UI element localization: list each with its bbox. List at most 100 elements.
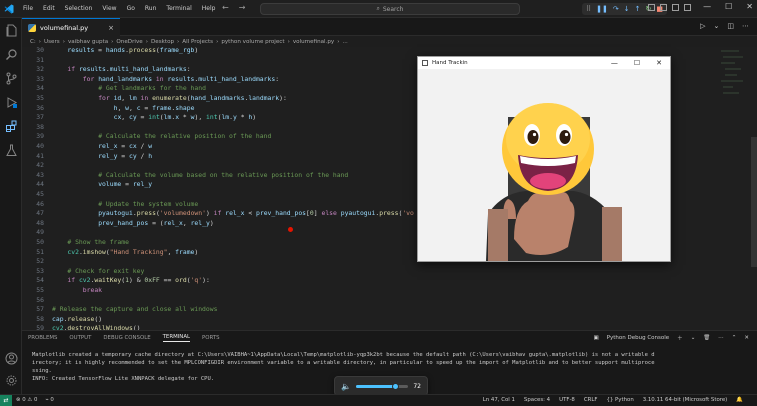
- language-mode[interactable]: {} Python: [606, 397, 633, 403]
- tab-ports[interactable]: PORTS: [202, 335, 220, 341]
- maximize-icon[interactable]: ☐: [725, 2, 732, 11]
- maximize-icon[interactable]: ☐: [634, 59, 640, 67]
- editor-scrollbar[interactable]: [751, 137, 757, 267]
- split-editor-icon[interactable]: ◫: [727, 22, 734, 30]
- breadcrumb-item[interactable]: Users: [44, 39, 60, 45]
- menu-item-run[interactable]: Run: [140, 5, 162, 12]
- end-of-line[interactable]: CRLF: [584, 397, 598, 403]
- minimize-icon[interactable]: —: [703, 2, 711, 11]
- step-into-icon[interactable]: ↓: [624, 5, 630, 13]
- code-text: break: [83, 286, 102, 296]
- ports-indicator[interactable]: ⌁ 0: [45, 397, 53, 403]
- tab-output[interactable]: OUTPUT: [69, 335, 91, 341]
- hand-window-titlebar[interactable]: Hand Trackin — ☐ ✕: [418, 57, 670, 69]
- run-debug-icon[interactable]: [4, 96, 18, 110]
- breadcrumb-item[interactable]: C:: [30, 39, 36, 45]
- toggle-secondary-sidebar-icon[interactable]: [672, 4, 679, 11]
- more-actions-icon[interactable]: ⋯: [742, 22, 749, 30]
- minimap[interactable]: [719, 47, 745, 107]
- breadcrumb-item[interactable]: volumefinal.py: [293, 39, 334, 45]
- breadcrumb-item[interactable]: Desktop: [151, 39, 174, 45]
- python-interpreter[interactable]: 3.10.11 64-bit (Microsoft Store): [643, 397, 728, 403]
- menu-item-view[interactable]: View: [97, 5, 121, 12]
- breadcrumb-item[interactable]: python volume project: [221, 39, 284, 45]
- more-actions-icon[interactable]: ⋯: [718, 335, 724, 341]
- breakpoint-dot: [288, 227, 293, 232]
- drag-handle-icon[interactable]: ⠿: [586, 5, 591, 13]
- testing-flask-icon[interactable]: [4, 144, 18, 158]
- customize-layout-icon[interactable]: [684, 4, 691, 11]
- code-token: int: [206, 113, 218, 122]
- step-over-icon[interactable]: ↷: [613, 5, 619, 13]
- code-text: # Release the capture and close all wind…: [52, 305, 217, 315]
- speaker-icon[interactable]: 🔈: [341, 382, 351, 391]
- new-terminal-icon[interactable]: ＋: [677, 334, 683, 342]
- menu-item-help[interactable]: Help: [197, 5, 221, 12]
- notifications-bell-icon[interactable]: 🔔: [736, 397, 743, 403]
- line-number: 55: [36, 286, 44, 294]
- kill-terminal-icon[interactable]: 🗑: [703, 335, 710, 341]
- menu-item-selection[interactable]: Selection: [60, 5, 98, 12]
- volume-flyout[interactable]: 🔈 72: [334, 376, 428, 396]
- problems-indicator[interactable]: ⊗ 0 ⚠ 0: [16, 397, 37, 403]
- tab-close-icon[interactable]: ×: [108, 24, 114, 32]
- settings-gear-icon[interactable]: [4, 374, 18, 388]
- tab-debug-console[interactable]: DEBUG CONSOLE: [103, 335, 150, 341]
- command-search-box[interactable]: ⌕ Search: [260, 3, 520, 15]
- remote-indicator-icon[interactable]: ⇄: [0, 395, 12, 406]
- code-text: if results.multi_hand_landmarks:: [67, 65, 190, 75]
- search-icon[interactable]: [4, 48, 18, 62]
- code-text: # Check for exit key: [67, 267, 144, 277]
- tab-terminal[interactable]: TERMINAL: [162, 334, 191, 342]
- cursor-position[interactable]: Ln 47, Col 1: [483, 397, 515, 403]
- source-control-icon[interactable]: [4, 72, 18, 86]
- breadcrumb-item[interactable]: All Projects: [182, 39, 213, 45]
- back-arrow-icon[interactable]: ←: [222, 3, 229, 12]
- step-out-icon[interactable]: ↑: [635, 5, 641, 13]
- code-token: # Calculate the relative position of the…: [98, 132, 272, 141]
- toggle-sidebar-icon[interactable]: [648, 4, 655, 11]
- breadcrumb-item[interactable]: OneDrive: [116, 39, 142, 45]
- code-token: # Get landmarks for the hand: [98, 84, 206, 93]
- close-icon[interactable]: ✕: [746, 2, 753, 11]
- code-token: frame: [152, 103, 172, 112]
- menu-item-go[interactable]: Go: [122, 5, 140, 12]
- forward-arrow-icon[interactable]: →: [239, 3, 246, 12]
- breadcrumb-item[interactable]: vaibhav gupta: [68, 39, 108, 45]
- code-token: pyautogui: [98, 209, 133, 218]
- code-text: # Calculate the relative position of the…: [98, 132, 271, 142]
- menu-item-file[interactable]: File: [18, 5, 38, 12]
- tab-volumefinal-py[interactable]: volumefinal.py ×: [22, 18, 120, 36]
- breadcrumb: C: › Users › vaibhav gupta › OneDrive › Desktop ›…: [22, 36, 757, 47]
- menu-item-edit[interactable]: Edit: [38, 5, 60, 12]
- pause-icon[interactable]: ❚❚: [596, 5, 608, 13]
- hand-tracking-window[interactable]: Hand Trackin — ☐ ✕: [417, 56, 671, 262]
- code-token: press: [136, 209, 156, 218]
- indentation[interactable]: Spaces: 4: [524, 397, 550, 403]
- volume-slider[interactable]: [355, 382, 409, 390]
- terminal-profile-label[interactable]: Python Debug Console: [607, 335, 669, 341]
- account-icon[interactable]: [4, 352, 18, 366]
- terminal-dropdown-icon[interactable]: ⌄: [691, 335, 696, 341]
- breadcrumb-item[interactable]: ...: [343, 39, 348, 45]
- toggle-panel-icon[interactable]: [660, 4, 667, 11]
- run-dropdown-icon[interactable]: ⌄: [714, 22, 720, 30]
- warning-count: 0: [33, 397, 38, 403]
- code-token: prev_hand_pos: [98, 218, 149, 227]
- code-token: results: [67, 47, 95, 54]
- error-icon: ⊗: [16, 397, 21, 403]
- code-token: hand_landmarks: [98, 74, 153, 83]
- run-file-icon[interactable]: ▷: [700, 22, 705, 30]
- close-icon[interactable]: ✕: [656, 59, 662, 67]
- line-number: 57: [36, 305, 44, 314]
- close-panel-icon[interactable]: ✕: [744, 335, 749, 341]
- menu-item-terminal[interactable]: Terminal: [161, 5, 196, 12]
- tab-problems[interactable]: PROBLEMS: [28, 335, 57, 341]
- minimize-icon[interactable]: —: [611, 59, 618, 67]
- explorer-icon[interactable]: [4, 24, 18, 38]
- volume-slider-thumb[interactable]: [392, 382, 400, 390]
- encoding[interactable]: UTF-8: [559, 397, 575, 403]
- vscode-logo-icon: [0, 0, 18, 18]
- maximize-panel-icon[interactable]: ⌃: [732, 335, 737, 341]
- extensions-icon[interactable]: [4, 120, 18, 134]
